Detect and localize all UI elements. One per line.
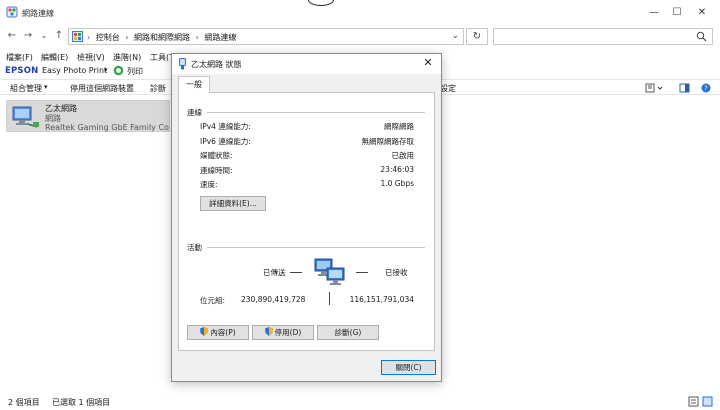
- print-icon: [113, 65, 124, 76]
- close-button[interactable]: 關閉(C): [381, 360, 436, 375]
- breadcrumb-separator: ›: [195, 33, 199, 42]
- layout-toggle-icons[interactable]: [688, 396, 714, 407]
- dialog-title: 乙太網路 狀態: [191, 60, 242, 69]
- decorative-shape: [308, 0, 334, 6]
- refresh-button[interactable]: ↻: [466, 28, 488, 45]
- search-input[interactable]: [493, 28, 713, 45]
- organize-dropdown-icon: ▾: [44, 83, 48, 91]
- address-bar[interactable]: › 控制台 › 網路和網際網路 › 網路連線 ⌄: [68, 28, 464, 45]
- uac-shield-icon: [200, 327, 209, 336]
- properties-button-label: 內容(P): [210, 328, 236, 337]
- disable-button[interactable]: 停用(D): [252, 325, 314, 340]
- received-dash: [356, 272, 368, 273]
- menu-file[interactable]: 檔案(F): [6, 52, 33, 63]
- back-button[interactable]: ←: [6, 30, 18, 42]
- ipv6-connectivity-value: 無網際網路存取: [361, 137, 415, 146]
- ethernet-status-dialog: 乙太網路 狀態 ✕ 一般 連線 IPv4 連線能力: 網際網路 IPv6 連線能…: [171, 53, 442, 382]
- network-activity-icon: [314, 258, 345, 285]
- ipv4-connectivity-value: 網際網路: [384, 122, 414, 131]
- menu-edit[interactable]: 編輯(E): [41, 52, 68, 63]
- search-icon: [696, 31, 707, 42]
- easy-photo-print-button[interactable]: Easy Photo Print: [42, 66, 107, 75]
- view-options-icons[interactable]: ?: [644, 82, 714, 94]
- organize-button[interactable]: 組合管理: [10, 83, 42, 94]
- activity-group-label: 活動: [187, 243, 202, 252]
- selection-count: 已選取 1 個項目: [52, 398, 111, 407]
- minimize-button[interactable]: —: [644, 6, 664, 20]
- divider: [207, 247, 425, 248]
- media-state-label: 媒體狀態:: [200, 151, 233, 160]
- address-row: ← → ⌄ ↑ › 控制台 › 網路和網際網路 › 網路連線 ⌄ ↻: [0, 26, 720, 46]
- forward-button[interactable]: →: [22, 30, 34, 42]
- change-settings-button[interactable]: 設定: [440, 83, 456, 94]
- breadcrumb-separator: ›: [125, 33, 129, 42]
- close-window-button[interactable]: ✕: [692, 6, 712, 20]
- diagnose-button[interactable]: 診斷(G): [317, 325, 379, 340]
- sent-dash: [290, 272, 302, 273]
- network-connections-icon: [6, 6, 18, 18]
- title-bar: 網路連線 — ☐ ✕: [0, 0, 720, 26]
- status-bar: 2 個項目 已選取 1 個項目: [0, 394, 720, 410]
- ethernet-adapter-icon: [12, 106, 39, 128]
- bytes-sent-value: 230,890,419,728: [241, 295, 306, 304]
- ipv4-connectivity-label: IPv4 連線能力:: [200, 122, 251, 131]
- general-tab-panel: 連線 IPv4 連線能力: 網際網路 IPv6 連線能力: 無網際網路存取 媒體…: [178, 92, 435, 351]
- uac-shield-icon: [264, 327, 273, 336]
- disable-button-label: 停用(D): [274, 328, 302, 337]
- window-title: 網路連線: [22, 9, 54, 18]
- ethernet-icon: [179, 58, 186, 70]
- recent-locations-dropdown[interactable]: ⌄: [38, 30, 50, 42]
- breadcrumb-network-connections[interactable]: 網路連線: [204, 32, 236, 43]
- svg-text:?: ?: [704, 85, 708, 93]
- sent-label: 已傳送: [263, 268, 286, 277]
- divider: [207, 112, 425, 113]
- network-adapter-item[interactable]: 乙太網路 網路 Realtek Gaming GbE Family Co...: [6, 100, 170, 132]
- dialog-close-icon[interactable]: ✕: [421, 56, 435, 70]
- media-state-value: 已啟用: [391, 151, 415, 160]
- speed-value: 1.0 Gbps: [380, 179, 414, 188]
- bytes-received-value: 116,151,791,034: [349, 295, 414, 304]
- menu-view[interactable]: 檢視(V): [77, 52, 105, 63]
- speed-label: 速度:: [200, 180, 218, 189]
- breadcrumb-control-panel[interactable]: 控制台: [96, 32, 120, 43]
- properties-button[interactable]: 內容(P): [187, 325, 249, 340]
- connection-group-label: 連線: [187, 108, 202, 117]
- diagnose-connection-button[interactable]: 診斷: [150, 83, 166, 94]
- breadcrumb-network-internet[interactable]: 網路和網際網路: [134, 32, 190, 43]
- maximize-button[interactable]: ☐: [667, 6, 687, 20]
- control-panel-icon: [72, 31, 83, 42]
- ipv6-connectivity-label: IPv6 連線能力:: [200, 137, 251, 146]
- epson-logo: EPSON: [5, 66, 39, 76]
- item-count: 2 個項目: [8, 398, 40, 407]
- duration-label: 連線時間:: [200, 166, 233, 175]
- received-label: 已接收: [385, 268, 408, 277]
- easy-photo-print-dropdown[interactable]: ▾: [104, 66, 108, 74]
- adapter-description: Realtek Gaming GbE Family Co...: [45, 123, 169, 132]
- breadcrumb-separator: ›: [87, 33, 91, 42]
- bytes-label: 位元組:: [200, 296, 226, 305]
- up-button[interactable]: ↑: [53, 30, 65, 42]
- duration-value: 23:46:03: [380, 165, 414, 174]
- details-button[interactable]: 詳細資料(E)...: [200, 196, 266, 211]
- menu-advanced[interactable]: 進階(N): [113, 52, 141, 63]
- print-button[interactable]: 列印: [127, 66, 143, 77]
- activity-divider: [329, 292, 330, 305]
- breadcrumb: › 控制台 › 網路和網際網路 › 網路連線: [87, 32, 239, 43]
- dialog-title-bar: 乙太網路 狀態 ✕: [172, 54, 441, 74]
- address-dropdown[interactable]: ⌄: [451, 31, 459, 41]
- disable-device-button[interactable]: 停用這個網路裝置: [70, 83, 134, 94]
- tab-general[interactable]: 一般: [178, 76, 210, 93]
